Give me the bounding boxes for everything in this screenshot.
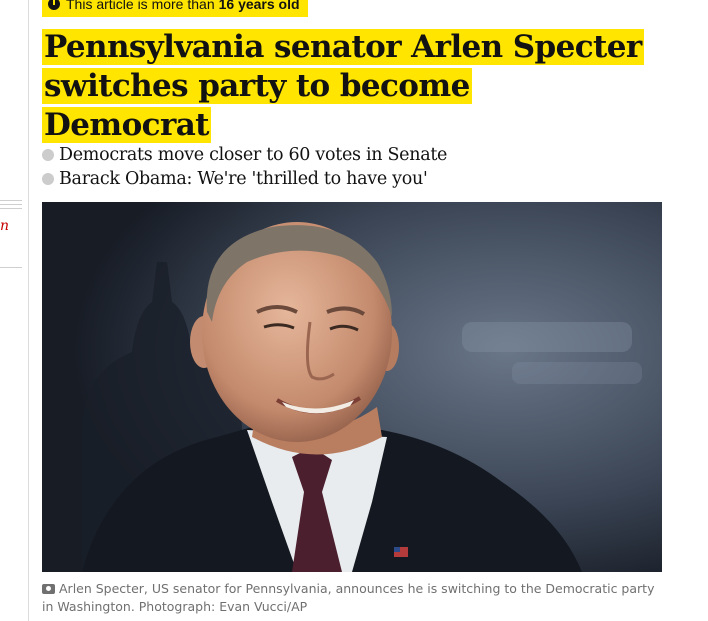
bullet-dot-icon	[42, 173, 54, 185]
clock-icon	[48, 0, 60, 10]
related-link[interactable]: Democrats move closer to 60 votes in Sen…	[42, 143, 447, 167]
caption-text: Arlen Specter, US senator for Pennsylvan…	[42, 581, 655, 614]
article-headline: Pennsylvania senator Arlen Specter switc…	[42, 28, 644, 145]
related-link-label[interactable]: Barack Obama: We're 'thrilled to have yo…	[59, 167, 428, 191]
related-link[interactable]: Barack Obama: We're 'thrilled to have yo…	[42, 167, 447, 191]
age-badge-age: 16 years old	[218, 0, 300, 12]
left-column-divider	[28, 0, 29, 621]
main-photo	[42, 202, 662, 572]
sidebar-divider	[0, 267, 22, 268]
menu-lines-icon[interactable]	[0, 200, 22, 212]
article-age-badge: This article is more than 16 years old	[42, 0, 308, 17]
camera-icon	[42, 584, 55, 594]
sidebar-fragment-text: n	[0, 218, 10, 234]
related-link-label[interactable]: Democrats move closer to 60 votes in Sen…	[59, 143, 447, 167]
bullet-dot-icon	[42, 149, 54, 161]
headline-text: Pennsylvania senator Arlen Specter switc…	[42, 29, 644, 143]
age-badge-prefix: This article is more than	[66, 0, 215, 12]
portrait-illustration	[42, 202, 662, 572]
photo-caption: Arlen Specter, US senator for Pennsylvan…	[42, 580, 662, 616]
related-links-list: Democrats move closer to 60 votes in Sen…	[42, 143, 447, 191]
